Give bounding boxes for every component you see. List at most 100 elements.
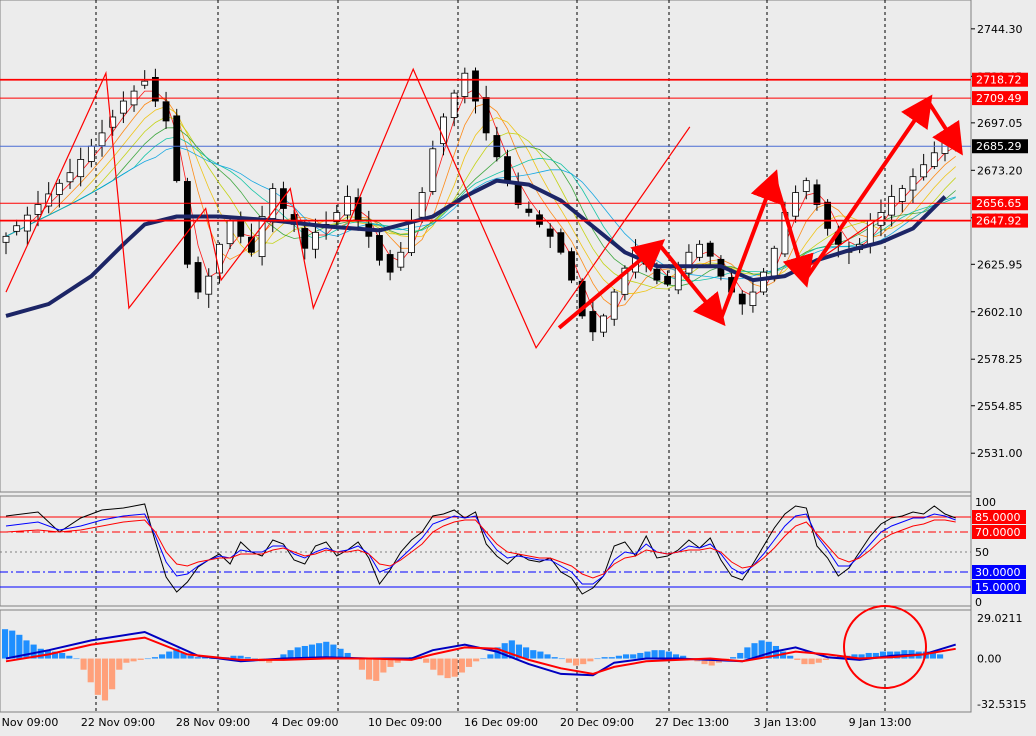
candle-body: [23, 214, 31, 232]
macd-histogram-bar: [815, 658, 822, 663]
stoch-level-tag-text: 85.0000: [975, 511, 1021, 524]
candle-body: [536, 214, 543, 225]
pane-macd: [0, 609, 972, 713]
macd-histogram-bar: [444, 658, 451, 679]
macd-histogram-bar: [373, 658, 380, 681]
candle-body: [888, 196, 896, 216]
candle-body: [344, 196, 351, 216]
candle: [183, 177, 191, 269]
y-tick-label: 2673.20: [977, 164, 1023, 177]
candle: [760, 267, 767, 296]
x-tick-label: 28 Nov 09:00: [176, 716, 250, 729]
price-level-tag-text: 2647.92: [976, 215, 1022, 228]
macd-histogram-bar: [94, 658, 101, 695]
candle-body: [386, 254, 394, 273]
candle-body: [312, 231, 319, 250]
macd-y-tick-label: 0.00: [977, 653, 1002, 666]
macd-histogram-bar: [608, 657, 615, 659]
candle-body: [162, 101, 170, 122]
macd-histogram-bar: [323, 641, 330, 659]
macd-histogram-bar: [473, 658, 480, 662]
candle-body: [98, 132, 106, 147]
macd-histogram-bar: [730, 657, 737, 659]
candle-body: [408, 220, 415, 254]
stoch-level-tag-text: 30.0000: [975, 566, 1021, 579]
macd-histogram-bar: [587, 658, 594, 662]
candle-body: [546, 228, 554, 237]
macd-histogram-bar: [665, 651, 672, 659]
price-level-tag: 2709.49: [972, 91, 1028, 106]
candle-body: [664, 276, 671, 285]
x-tick-label: 10 Dec 09:00: [368, 716, 442, 729]
macd-histogram-bar: [565, 658, 573, 663]
candle-body: [450, 92, 458, 118]
stoch-level-tag-text: 15.0000: [975, 581, 1021, 594]
candle-body: [461, 72, 469, 97]
candle-body: [429, 148, 437, 192]
stoch-level-tag-text: 70.0000: [975, 526, 1021, 539]
macd-histogram-bar: [423, 658, 430, 663]
macd-histogram-bar: [937, 654, 944, 659]
candle: [557, 228, 565, 255]
candle-body: [514, 184, 522, 205]
y-tick-label: 2578.25: [977, 353, 1023, 366]
candle-body: [205, 275, 213, 295]
macd-histogram-bar: [244, 657, 251, 659]
candle-body: [706, 242, 714, 257]
candle-body: [440, 116, 447, 145]
candle-body: [151, 76, 159, 102]
macd-histogram-bar: [744, 647, 751, 659]
macd-histogram-bar: [101, 658, 109, 701]
candle-body: [941, 140, 949, 154]
macd-histogram-bar: [159, 654, 166, 659]
macd-histogram-bar: [580, 658, 587, 665]
candle-body: [898, 188, 906, 202]
trading-chart[interactable]: Nov 09:00 22 Nov 09:00 28 Nov 09:00 4 Dec 0…: [0, 0, 1036, 732]
candle-body: [418, 192, 426, 218]
macd-histogram-bar: [537, 651, 544, 659]
price-level-tag-text: 2656.65: [976, 197, 1022, 210]
macd-histogram-bar: [237, 655, 244, 659]
y-tick-label: 2625.95: [977, 258, 1023, 271]
stoch-level-tag: 30.0000: [972, 565, 1026, 579]
macd-histogram-bar: [558, 658, 565, 660]
macd-histogram-bar: [615, 655, 622, 659]
x-tick-label: 22 Nov 09:00: [81, 716, 155, 729]
macd-histogram-bar: [187, 655, 194, 659]
macd-histogram-bar: [437, 658, 444, 676]
stoch-y-tick-label: 50: [975, 546, 989, 559]
macd-histogram-bar: [9, 630, 16, 659]
stoch-level-tag: 15.0000: [972, 580, 1026, 594]
x-tick-label: 3 Jan 13:00: [754, 716, 817, 729]
macd-histogram-bar: [794, 658, 801, 660]
macd-histogram-bar: [787, 655, 794, 659]
candle-body: [472, 70, 479, 102]
macd-histogram-bar: [430, 658, 437, 670]
candle-body: [930, 152, 938, 167]
macd-histogram-bar: [194, 657, 201, 659]
macd-histogram-bar: [66, 655, 73, 659]
macd-histogram-bar: [737, 652, 744, 659]
macd-histogram-bar: [137, 658, 144, 660]
candle-body: [568, 251, 575, 281]
y-tick-label: 2531.00: [977, 447, 1023, 460]
candle-body: [824, 201, 832, 229]
candle-body: [34, 204, 42, 215]
candle-body: [920, 164, 928, 178]
macd-histogram-bar: [594, 658, 601, 660]
price-level-tag: 2718.72: [972, 72, 1028, 87]
candle-body: [525, 208, 533, 213]
macd-histogram-bar: [316, 643, 323, 659]
macd-histogram-bar: [116, 658, 123, 670]
macd-histogram-bar: [651, 650, 658, 659]
candle-body: [66, 172, 74, 183]
x-tick-label: 16 Dec 09:00: [464, 716, 538, 729]
pane-stochastic: [0, 495, 972, 607]
candle-body: [792, 192, 800, 217]
x-tick-label: 20 Dec 09:00: [560, 716, 634, 729]
macd-histogram-bar: [644, 651, 651, 659]
candle-body: [376, 235, 383, 261]
chart-canvas[interactable]: Nov 09:00 22 Nov 09:00 28 Nov 09:00 4 Dec 0…: [0, 0, 1036, 732]
y-tick-label: 2554.85: [977, 400, 1023, 413]
macd-histogram-bar: [59, 652, 66, 659]
